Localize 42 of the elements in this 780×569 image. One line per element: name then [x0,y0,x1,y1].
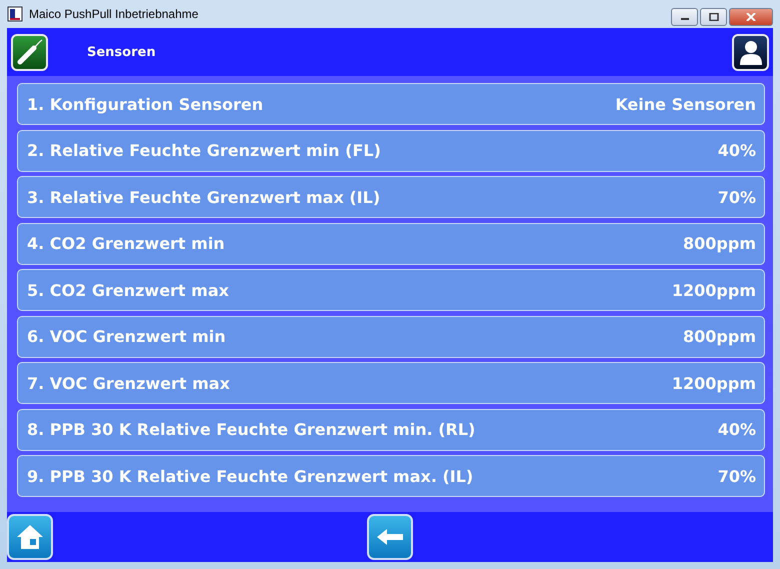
setting-value: 800ppm [683,234,756,253]
setting-label: 6. VOC Grenzwert min [27,327,226,346]
setting-row[interactable]: 5. CO2 Grenzwert max 1200ppm [17,269,765,311]
minimize-button[interactable] [671,8,698,26]
setting-label: 1. Konfiguration Sensoren [27,94,264,114]
setting-label: 8. PPB 30 K Relative Feuchte Grenzwert min. (RL) [27,420,476,439]
setting-label: 2. Relative Feuchte Grenzwert min (FL) [27,141,381,160]
close-icon [746,13,756,21]
setting-label: 9. PPB 30 K Relative Feuchte Grenzwert max. (IL) [27,466,474,486]
back-button[interactable] [367,514,413,560]
page-title: Sensoren [87,44,156,60]
setting-row[interactable]: 9. PPB 30 K Relative Feuchte Grenzwert max. (IL) 70% [17,455,765,497]
setting-label: 5. CO2 Grenzwert max [27,280,229,300]
setting-value: 1200ppm [672,280,756,300]
setting-value: Keine Sensoren [615,94,756,114]
setting-row[interactable]: 4. CO2 Grenzwert min 800ppm [17,222,765,264]
setting-row[interactable]: 6. VOC Grenzwert min 800ppm [17,316,765,358]
home-icon [15,523,45,551]
setting-value: 1200ppm [672,374,756,392]
setting-row[interactable]: 8. PPB 30 K Relative Feuchte Grenzwert min. (RL) 40% [17,408,765,450]
setting-value: 40% [718,420,756,439]
setting-row[interactable]: 2. Relative Feuchte Grenzwert min (FL) 40% [17,130,765,172]
app-icon [7,6,23,22]
setting-label: 3. Relative Feuchte Grenzwert max (IL) [27,188,380,206]
window-title: Maico PushPull Inbetriebnahme [29,7,198,21]
setting-value: 800ppm [683,327,756,346]
setting-value: 70% [718,466,756,486]
setting-value: 40% [718,141,756,160]
user-icon [738,38,764,66]
setting-value: 70% [718,188,756,206]
arrow-left-icon [375,527,405,547]
maximize-button[interactable] [700,8,727,26]
user-button[interactable] [732,34,769,70]
setting-row[interactable]: 3. Relative Feuchte Grenzwert max (IL) 70% [17,176,765,218]
maximize-icon [708,13,718,21]
tool-button[interactable] [11,34,48,70]
close-button[interactable] [729,8,773,26]
setting-row[interactable]: 7. VOC Grenzwert max 1200ppm [17,362,765,404]
setting-row[interactable]: 1. Konfiguration Sensoren Keine Sensoren [17,83,765,125]
home-button[interactable] [7,514,53,560]
setting-label: 4. CO2 Grenzwert min [27,234,225,253]
setting-label: 7. VOC Grenzwert max [27,374,230,392]
